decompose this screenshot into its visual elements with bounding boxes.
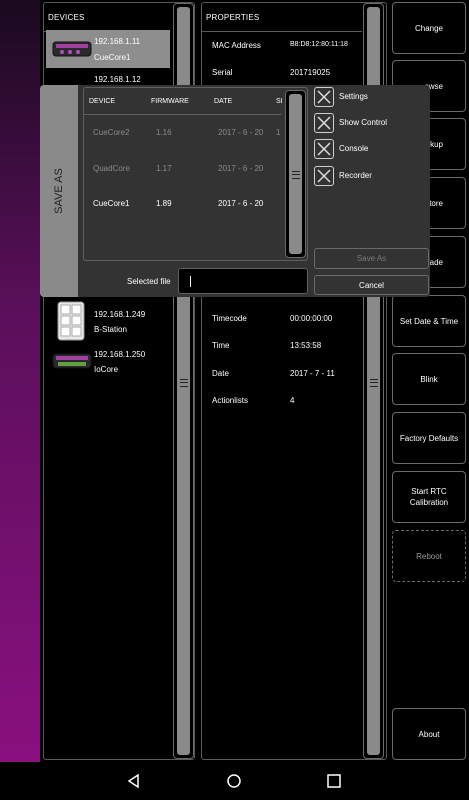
prop-value-timecode: 00:00:00:00 [290, 314, 333, 323]
console-checkbox-label: Console [339, 144, 369, 153]
reboot-button: Reboot [392, 530, 466, 582]
back-icon[interactable] [126, 773, 142, 789]
file-firmware: 1.17 [156, 164, 172, 173]
prop-value-serial: 201719025 [290, 68, 331, 77]
column-header-date: DATE [214, 98, 233, 105]
show-control-checkbox-label: Show Control [339, 118, 388, 127]
prop-value-time: 13:53:58 [290, 341, 322, 350]
column-header-firmware: FIRMWARE [151, 98, 189, 105]
check-x-icon [317, 169, 331, 183]
grip-icon [369, 379, 378, 387]
file-size: 1 [276, 128, 281, 137]
file-date: 2017 - 6 - 20 [218, 164, 264, 173]
set-date-time-button[interactable]: Set Date & Time [392, 295, 466, 347]
prop-label-time: Time [212, 341, 230, 350]
save-as-button[interactable]: Save As [314, 248, 429, 269]
text-cursor [190, 276, 191, 287]
prop-label-timecode: Timecode [212, 314, 247, 323]
grip-icon [179, 379, 188, 387]
file-date: 2017 - 6 - 20 [218, 199, 264, 208]
prop-label-actionlists: Actionlists [212, 396, 249, 405]
blink-button[interactable]: Blink [392, 353, 466, 405]
check-x-icon [317, 116, 331, 130]
file-row[interactable]: CueCore2 1.16 2017 - 6 - 20 1 [84, 118, 281, 146]
settings-checkbox[interactable] [314, 87, 334, 107]
file-row[interactable]: CueCore1 1.89 2017 - 6 - 20 [84, 189, 281, 217]
save-as-tab-label: SAVE AS [53, 168, 65, 214]
device-name: IoCore [94, 365, 119, 374]
device-name: CueCore1 [94, 53, 131, 62]
grip-icon [291, 171, 300, 179]
devices-panel-title: DEVICES [48, 13, 85, 22]
device-ip: 192.168.1.250 [94, 350, 146, 359]
file-list-scrollbar[interactable] [285, 90, 306, 258]
check-x-icon [317, 142, 331, 156]
prop-value-mac: B8:D8:12:80:11:18 [290, 41, 348, 48]
column-header-size: SI [276, 98, 283, 105]
divider [202, 31, 362, 32]
bstation-icon [57, 301, 85, 341]
file-device: CueCore2 [93, 128, 130, 137]
device-item-bstation[interactable]: 192.168.1.249 B-Station [46, 300, 170, 342]
selected-file-label: Selected file [127, 277, 171, 286]
properties-panel-title: PROPERTIES [206, 13, 260, 22]
cancel-button[interactable]: Cancel [314, 275, 429, 295]
cuecore-icon [52, 41, 92, 57]
device-name: B-Station [94, 325, 127, 334]
show-control-checkbox[interactable] [314, 113, 334, 133]
selected-file-input[interactable] [178, 268, 308, 294]
start-rtc-calibration-button[interactable]: Start RTC Calibration [392, 471, 466, 523]
device-item-cuecore1[interactable]: 192.168.1.11 CueCore1 [46, 30, 170, 68]
file-firmware: 1.16 [156, 128, 172, 137]
prop-label-date: Date [212, 369, 229, 378]
file-list: DEVICE FIRMWARE DATE SI CueCore2 1.16 20… [83, 87, 308, 261]
system-nav-bar [0, 762, 469, 800]
file-device: CueCore1 [93, 199, 130, 208]
file-row[interactable]: QuadCore 1.17 2017 - 6 - 20 [84, 154, 281, 182]
file-device: QuadCore [93, 164, 130, 173]
recorder-checkbox[interactable] [314, 166, 334, 186]
background-gradient [0, 0, 40, 762]
home-icon[interactable] [226, 773, 242, 789]
recorder-checkbox-label: Recorder [339, 171, 372, 180]
file-date: 2017 - 6 - 20 [218, 128, 264, 137]
file-firmware: 1.89 [156, 199, 172, 208]
prop-label-mac: MAC Address [212, 41, 261, 50]
prop-label-serial: Serial [212, 68, 233, 77]
file-list-scroll-thumb[interactable] [289, 94, 302, 254]
check-x-icon [317, 90, 331, 104]
device-item-iocore[interactable]: 192.168.1.250 IoCore [46, 344, 170, 380]
prop-value-date: 2017 - 7 - 11 [290, 369, 335, 378]
device-ip: 192.168.1.12 [94, 75, 141, 84]
prop-value-actionlists: 4 [290, 396, 295, 405]
about-button[interactable]: About [392, 708, 466, 760]
divider [84, 114, 281, 115]
device-ip: 192.168.1.11 [94, 37, 141, 46]
change-button[interactable]: Change [392, 2, 466, 54]
factory-defaults-button[interactable]: Factory Defaults [392, 412, 466, 464]
iocore-icon [52, 353, 92, 369]
device-ip: 192.168.1.249 [94, 310, 146, 319]
console-checkbox[interactable] [314, 139, 334, 159]
save-as-tab: SAVE AS [40, 85, 78, 297]
recents-icon[interactable] [326, 773, 342, 789]
settings-checkbox-label: Settings [339, 92, 368, 101]
save-as-dialog: SAVE AS DEVICE FIRMWARE DATE SI CueCore2… [40, 85, 430, 297]
column-header-device: DEVICE [89, 98, 116, 105]
